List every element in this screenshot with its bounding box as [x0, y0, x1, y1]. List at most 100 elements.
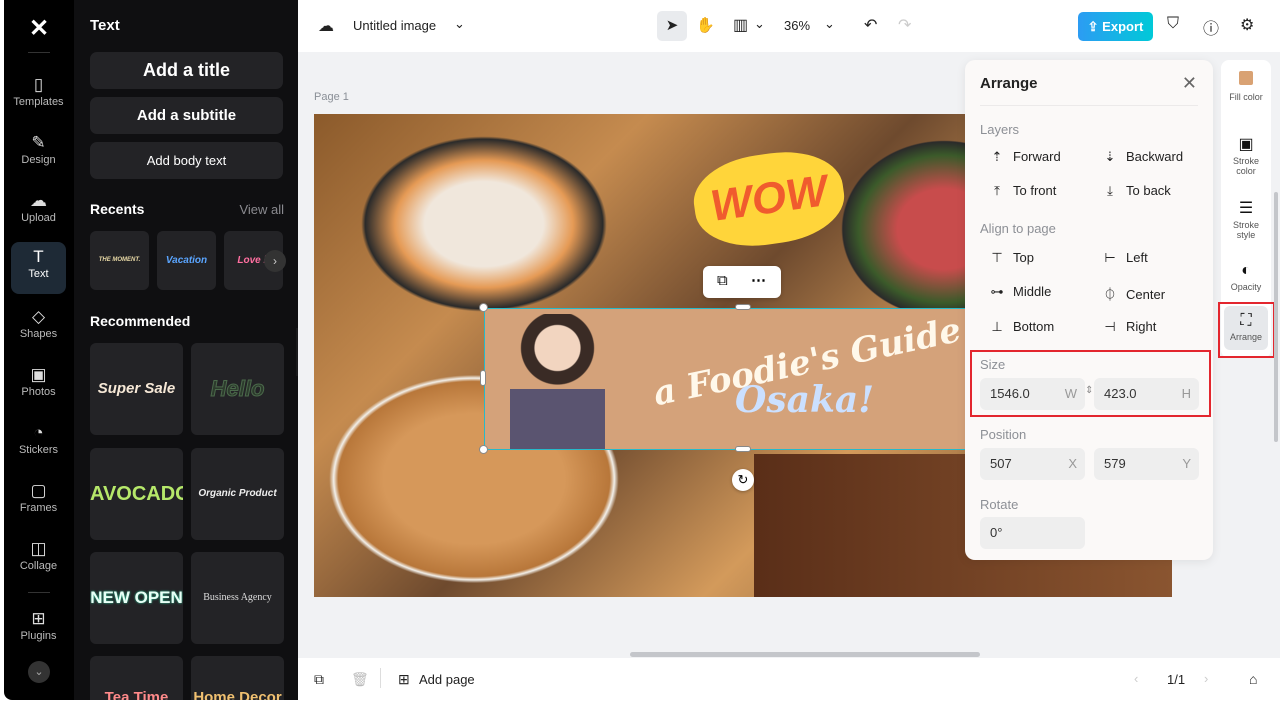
rail-label: Stickers: [18, 444, 59, 456]
recent-item[interactable]: Vacation: [157, 231, 216, 290]
preset-card[interactable]: Business Agency: [191, 552, 284, 644]
page-label: Page 1: [314, 91, 349, 103]
chevron-right-icon[interactable]: ›: [264, 250, 286, 272]
resize-handle[interactable]: [479, 445, 488, 454]
preset-card[interactable]: Tea Time: [90, 656, 183, 700]
resize-handle[interactable]: [735, 446, 751, 452]
floating-toolbar: ⧉ ⋯: [703, 266, 781, 298]
preset-card[interactable]: Super Sale: [90, 343, 183, 435]
x-input[interactable]: 507 X: [980, 448, 1085, 480]
undo-icon[interactable]: ↶: [864, 15, 877, 35]
align-left-button[interactable]: ⊢ Left: [1100, 250, 1147, 266]
to-front-button[interactable]: ⤒ To front: [987, 183, 1056, 199]
prev-page-icon[interactable]: ‹: [1134, 671, 1138, 686]
rail-item-shapes[interactable]: ◇ Shapes: [11, 302, 66, 354]
opacity-icon: ◐: [1241, 262, 1251, 279]
sidebar-label: Stroke style: [1232, 220, 1259, 240]
position-label: Position: [980, 427, 1027, 442]
selected-banner[interactable]: a Foodie's Guide to Osaka!: [484, 308, 1004, 450]
rail-item-upload[interactable]: ☁ Upload: [11, 186, 66, 238]
align-right-button[interactable]: ⊣ Right: [1100, 319, 1156, 335]
option-label: Backward: [1126, 149, 1184, 164]
add-subtitle-button[interactable]: Add a subtitle: [90, 97, 283, 134]
preset-card[interactable]: AVOCADO: [90, 448, 183, 540]
fill-color-button[interactable]: Fill color: [1224, 70, 1268, 120]
templates-icon: ▯: [33, 75, 44, 94]
horizontal-scrollbar[interactable]: [630, 652, 980, 657]
y-input[interactable]: 579 Y: [1094, 448, 1199, 480]
preset-card[interactable]: Hello: [191, 343, 284, 435]
to-back-button[interactable]: ⤓ To back: [1100, 183, 1171, 199]
resize-handle[interactable]: [735, 304, 751, 310]
layout-icon[interactable]: ▥: [733, 15, 748, 35]
zoom-level[interactable]: 36%: [784, 18, 810, 33]
rotate-label: Rotate: [980, 497, 1019, 512]
arrange-title: Arrange: [980, 75, 1038, 92]
sidebar-label: Stroke color: [1232, 156, 1259, 176]
rotate-input[interactable]: 0°: [980, 517, 1085, 549]
more-icon[interactable]: ⋯: [751, 271, 766, 289]
add-title-button[interactable]: Add a title: [90, 52, 283, 89]
page-manager-icon[interactable]: ⌂: [1249, 671, 1257, 687]
recents-heading: Recents: [90, 201, 145, 217]
option-label: Bottom: [1013, 319, 1055, 334]
view-all-link[interactable]: View all: [239, 202, 284, 217]
duplicate-icon[interactable]: ⧉: [717, 272, 728, 289]
top-bar: ☁ Untitled image ⌄ ➤ ✋ ▥ ⌄ 36% ⌄ ↶ ↷ ⇪ E…: [298, 0, 1280, 52]
align-top-button[interactable]: ⊤ Top: [987, 250, 1034, 266]
stroke-style-button[interactable]: ☰ Stroke style: [1224, 198, 1268, 248]
rotate-icon[interactable]: ↻: [732, 469, 754, 491]
hand-tool-icon[interactable]: ✋: [696, 16, 715, 34]
resize-handle[interactable]: [480, 370, 486, 386]
rail-item-frames[interactable]: ▢ Frames: [11, 476, 66, 528]
resize-handle[interactable]: [479, 303, 488, 312]
rail-label: Photos: [21, 386, 56, 398]
rail-item-text[interactable]: T Text: [11, 242, 66, 294]
preset-card[interactable]: NEW OPEN: [90, 552, 183, 644]
vertical-scrollbar[interactable]: [1274, 192, 1278, 442]
gear-icon[interactable]: ⚙: [1240, 15, 1254, 35]
rail-item-collage[interactable]: ◫ Collage: [11, 534, 66, 586]
help-icon[interactable]: ⓘ: [1203, 15, 1219, 39]
align-middle-icon: ⊶: [990, 284, 1004, 299]
add-body-text-button[interactable]: Add body text: [90, 142, 283, 179]
chevron-down-icon[interactable]: ⌄: [754, 16, 765, 32]
add-page-icon[interactable]: ⊞: [398, 671, 410, 688]
align-center-button[interactable]: ⏀ Center: [1100, 284, 1165, 303]
duplicate-page-icon[interactable]: ⧉: [314, 671, 324, 688]
photos-icon: ▣: [30, 365, 47, 384]
rail-item-plugins[interactable]: ⊞ Plugins: [11, 604, 66, 656]
rail-item-templates[interactable]: ▯ Templates: [11, 70, 66, 122]
export-button[interactable]: ⇪ Export: [1078, 12, 1153, 41]
rail-item-photos[interactable]: ▣ Photos: [11, 360, 66, 412]
align-top-icon: ⊤: [991, 250, 1003, 265]
trash-icon[interactable]: 🗑: [351, 671, 369, 688]
fill-color-swatch: [1224, 70, 1268, 92]
document-title[interactable]: Untitled image: [353, 18, 436, 33]
recent-item[interactable]: THE MOMENT.: [90, 231, 149, 290]
stroke-color-button[interactable]: ▣ Stroke color: [1224, 134, 1268, 184]
wow-sticker[interactable]: WOW: [688, 143, 850, 255]
rail-item-design[interactable]: ✎ Design: [11, 128, 66, 180]
divider: [980, 105, 1198, 106]
align-middle-button[interactable]: ⊶ Middle: [987, 284, 1052, 300]
select-tool-icon[interactable]: ➤: [657, 11, 687, 41]
next-page-icon[interactable]: ›: [1204, 671, 1208, 686]
chevron-down-icon[interactable]: ⌄: [454, 16, 465, 32]
cloud-icon[interactable]: ☁: [318, 16, 334, 36]
capcut-logo[interactable]: ✕: [26, 14, 52, 42]
backward-button[interactable]: ⇣ Backward: [1100, 149, 1184, 165]
add-page-button[interactable]: Add page: [419, 672, 475, 687]
chevron-down-icon[interactable]: ⌄: [28, 661, 50, 683]
unit-label: Y: [1182, 456, 1191, 471]
preset-card[interactable]: Organic Product: [191, 448, 284, 540]
redo-icon[interactable]: ↷: [898, 15, 911, 35]
chevron-down-icon[interactable]: ⌄: [824, 16, 835, 32]
banner-subtitle: Osaka!: [735, 379, 875, 421]
preset-card[interactable]: Home Decor: [191, 656, 284, 700]
forward-button[interactable]: ⇡ Forward: [987, 149, 1061, 165]
rail-item-stickers[interactable]: ◔ Stickers: [11, 418, 66, 470]
close-icon[interactable]: ✕: [1182, 73, 1197, 94]
shield-icon[interactable]: ⛉: [1167, 15, 1179, 33]
align-bottom-button[interactable]: ⊥ Bottom: [987, 319, 1054, 335]
